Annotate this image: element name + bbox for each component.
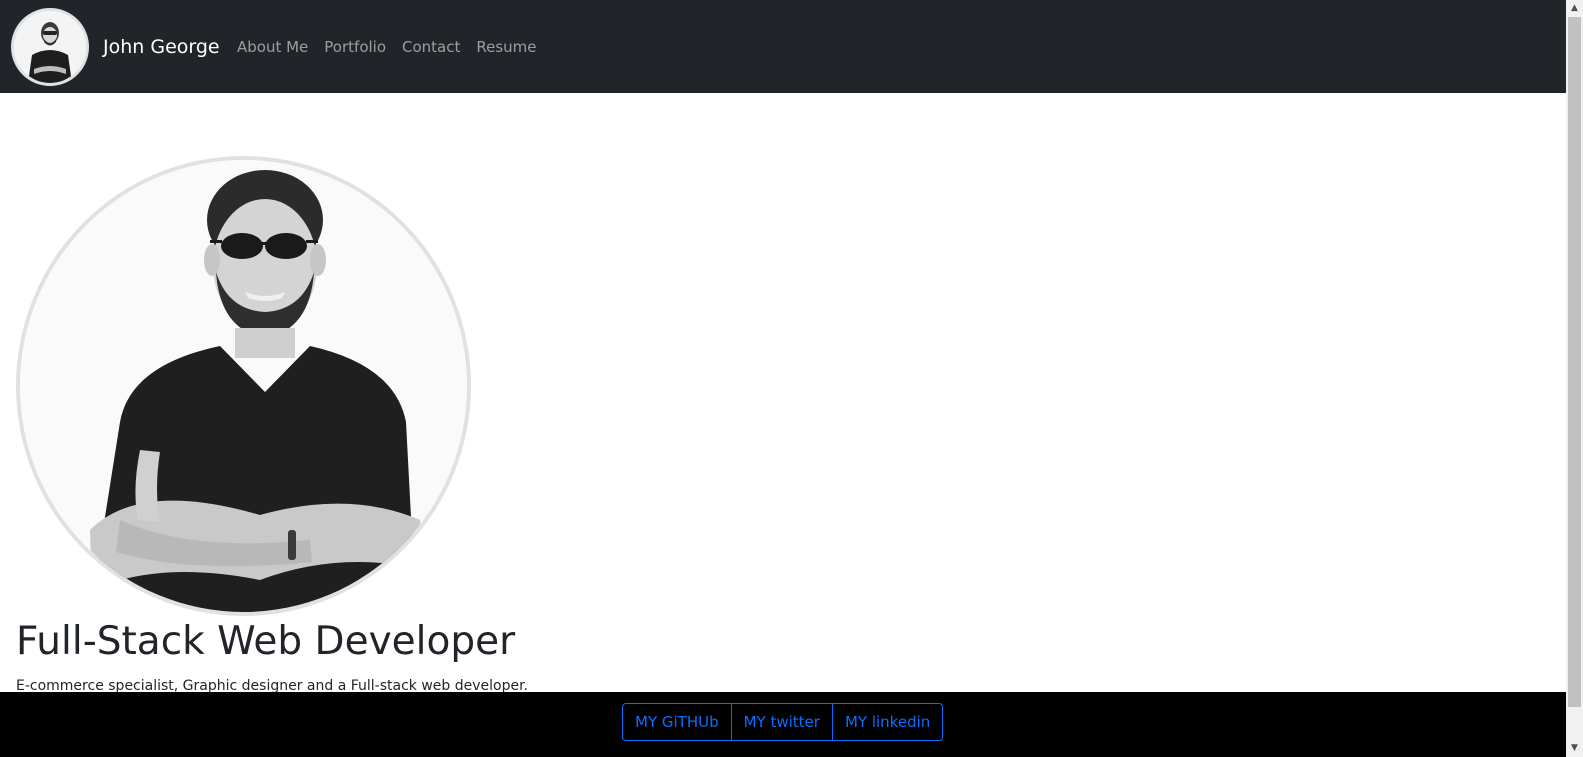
scroll-down-arrow-icon[interactable]: ▼ [1566,740,1583,757]
footer: MY GiTHUb MY twitter MY linkedin [0,692,1566,757]
page: John George About Me Portfolio Contact R… [0,0,1583,757]
social-button-group: MY GiTHUb MY twitter MY linkedin [622,703,944,741]
nav-links: About Me Portfolio Contact Resume [237,37,553,57]
hero-title: Full-Stack Web Developer [16,619,516,664]
profile-photo [16,156,471,616]
navbar-brand[interactable]: John George [103,35,220,59]
nav-link-resume[interactable]: Resume [476,37,536,57]
person-portrait-illustration [20,160,467,612]
scrollbar-thumb[interactable] [1568,17,1581,707]
nav-link-about-me[interactable]: About Me [237,37,308,57]
person-portrait-icon [14,11,86,83]
navbar-avatar[interactable] [11,8,89,86]
twitter-button[interactable]: MY twitter [730,703,833,741]
nav-link-portfolio[interactable]: Portfolio [324,37,386,57]
linkedin-button[interactable]: MY linkedin [831,703,944,741]
top-navbar: John George About Me Portfolio Contact R… [0,0,1566,93]
vertical-scrollbar[interactable]: ▲ ▼ [1566,0,1583,757]
github-button[interactable]: MY GiTHUb [622,703,732,741]
scroll-up-arrow-icon[interactable]: ▲ [1566,0,1583,17]
nav-link-contact[interactable]: Contact [402,37,460,57]
